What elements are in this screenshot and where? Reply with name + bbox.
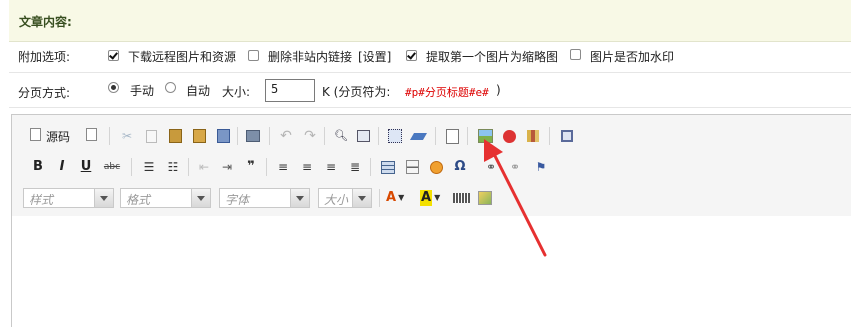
annotation-arrow [484, 139, 547, 257]
